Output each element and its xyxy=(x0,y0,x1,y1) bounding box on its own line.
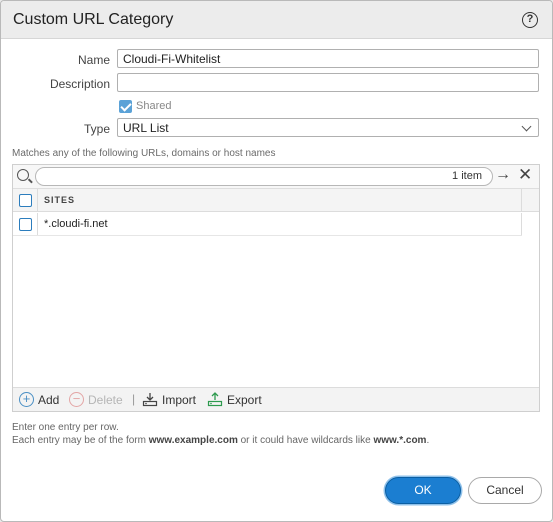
column-divider xyxy=(521,213,522,235)
grid-header-row: SITES xyxy=(13,189,539,212)
type-label: Type xyxy=(83,122,110,136)
item-count: 1 item xyxy=(452,170,482,182)
dialog-titlebar: Custom URL Category ? xyxy=(1,1,552,39)
cancel-button[interactable]: Cancel xyxy=(468,477,542,504)
help-middle: or it could have wildcards like xyxy=(237,435,374,446)
row-checkbox[interactable] xyxy=(19,218,32,231)
import-icon xyxy=(142,393,158,407)
close-icon[interactable]: ✕ xyxy=(518,165,532,185)
sites-column-header[interactable]: SITES xyxy=(44,195,75,205)
name-label: Name xyxy=(77,53,110,67)
grid-caption: Matches any of the following URLs, domai… xyxy=(12,148,276,159)
export-icon xyxy=(207,392,223,407)
grid-search-input[interactable]: 1 item xyxy=(35,167,493,186)
grid-search-bar: 1 item → ✕ xyxy=(13,165,539,189)
name-input[interactable] xyxy=(117,49,539,68)
shared-checkbox[interactable] xyxy=(119,100,132,113)
type-select[interactable]: URL List xyxy=(117,118,539,137)
chevron-down-icon xyxy=(521,121,532,132)
help-icon[interactable]: ? xyxy=(522,12,538,28)
add-button[interactable]: + Add xyxy=(19,392,59,407)
help-wildcard: www.*.com xyxy=(373,435,427,446)
column-divider xyxy=(521,189,522,211)
select-all-checkbox[interactable] xyxy=(19,194,32,207)
ok-button[interactable]: OK xyxy=(385,477,461,504)
site-cell: *.cloudi-fi.net xyxy=(44,218,108,230)
help-text-line2: Each entry may be of the form www.exampl… xyxy=(12,435,429,446)
export-button[interactable]: Export xyxy=(207,392,262,407)
column-divider xyxy=(37,213,38,235)
shared-label: Shared xyxy=(136,100,172,112)
export-label: Export xyxy=(227,392,262,407)
arrow-right-icon[interactable]: → xyxy=(495,166,511,184)
import-label: Import xyxy=(162,392,197,407)
plus-circle-icon: + xyxy=(19,392,34,407)
help-suffix: . xyxy=(426,435,430,446)
type-select-value: URL List xyxy=(123,121,169,135)
custom-url-category-dialog: Custom URL Category ? Name Description S… xyxy=(0,0,553,522)
help-prefix: Each entry may be of the form xyxy=(12,435,149,446)
help-text-line1: Enter one entry per row. xyxy=(12,422,119,433)
description-input[interactable] xyxy=(117,73,539,92)
search-icon xyxy=(17,169,29,181)
toolbar-separator: | xyxy=(132,392,136,406)
grid-toolbar: + Add − Delete | Import Export xyxy=(13,387,539,411)
dialog-title: Custom URL Category xyxy=(13,11,174,28)
help-example: www.example.com xyxy=(148,435,238,446)
import-button[interactable]: Import xyxy=(142,392,196,407)
column-divider xyxy=(37,189,38,211)
minus-circle-icon: − xyxy=(69,392,84,407)
table-row[interactable]: *.cloudi-fi.net xyxy=(13,213,522,236)
sites-grid: 1 item → ✕ SITES *.cloudi-fi.net + Add − xyxy=(12,164,540,412)
delete-label: Delete xyxy=(88,392,123,407)
description-label: Description xyxy=(49,77,110,91)
delete-button[interactable]: − Delete xyxy=(69,392,123,407)
add-label: Add xyxy=(38,392,60,407)
